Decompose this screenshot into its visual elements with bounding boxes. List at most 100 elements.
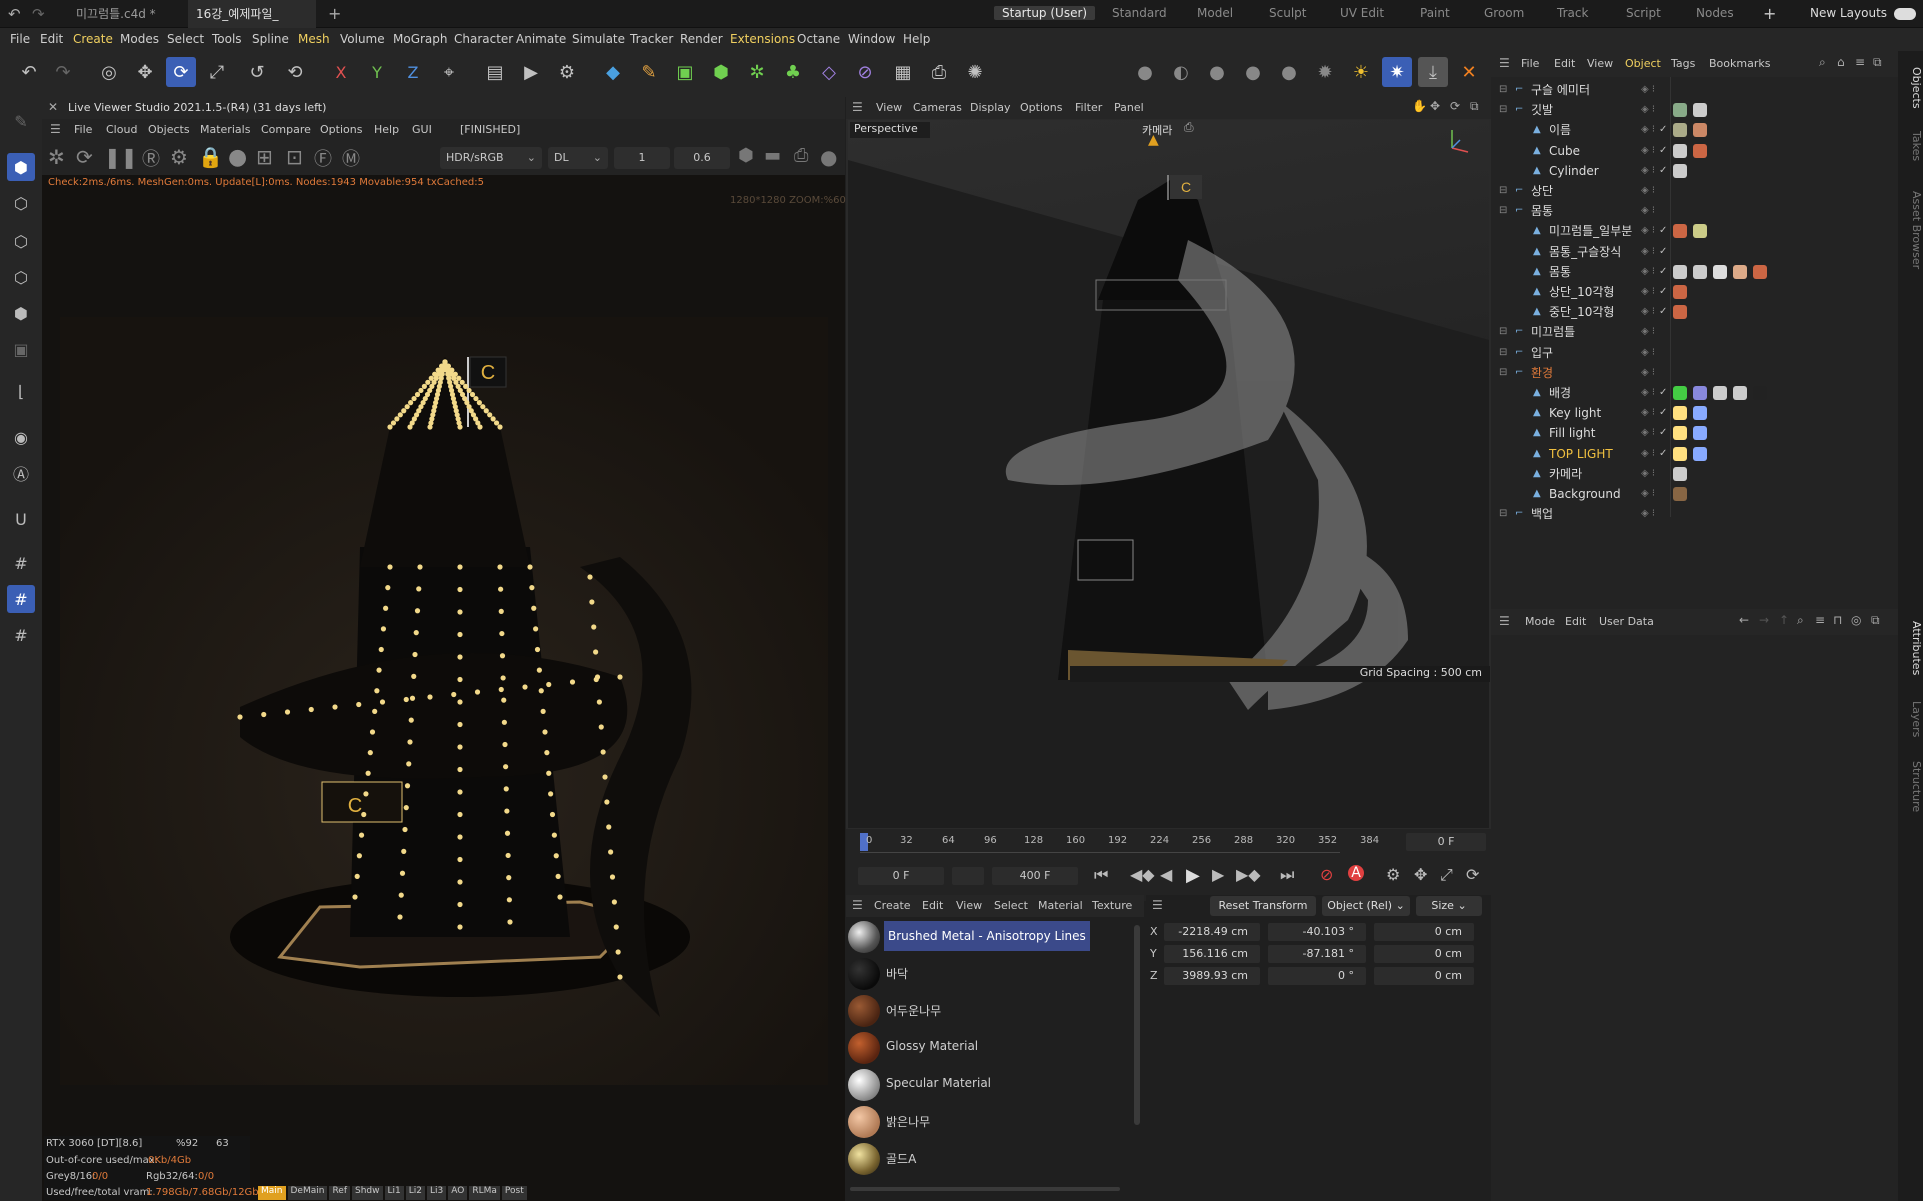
home-icon[interactable]: ⌂ bbox=[1837, 55, 1845, 69]
render-view-icon[interactable]: ▶ bbox=[516, 57, 546, 87]
menu-help[interactable]: Help bbox=[903, 32, 930, 46]
visibility-icon[interactable]: ◈ ⁝ bbox=[1641, 363, 1655, 383]
expand-icon[interactable]: ⊟ bbox=[1499, 100, 1507, 120]
viewport-3d[interactable]: Perspective 카메라 ⎙ ▲ C Grid Spacing : 500… bbox=[848, 120, 1490, 828]
focus-icon[interactable]: ⊡ bbox=[286, 145, 303, 169]
key-move-icon[interactable]: ✥ bbox=[1414, 865, 1427, 884]
tab-layers[interactable]: Layers bbox=[1898, 701, 1923, 737]
octane-material-icon[interactable]: ◐ bbox=[1166, 57, 1196, 87]
axis-icon[interactable]: ⌊ bbox=[7, 377, 35, 405]
object-tag-icon[interactable] bbox=[1673, 264, 1687, 279]
vp-menu-display[interactable]: Display bbox=[970, 101, 1011, 114]
maximize-icon[interactable]: ⧉ bbox=[1871, 613, 1880, 628]
object-row[interactable]: ▲ Cylinder ◈ ⁝ ✓ bbox=[1491, 161, 1898, 181]
key-rotate-icon[interactable]: ⟳ bbox=[1466, 865, 1479, 884]
search-icon[interactable]: ⌕ bbox=[1797, 613, 1804, 628]
tab-structure[interactable]: Structure bbox=[1898, 761, 1923, 812]
sphere-icon[interactable]: ● bbox=[228, 145, 247, 170]
vp-menu-filter[interactable]: Filter bbox=[1075, 101, 1102, 114]
hamburger-icon[interactable]: ☰ bbox=[1152, 898, 1163, 912]
obj-menu-view[interactable]: View bbox=[1587, 57, 1613, 70]
menu-file[interactable]: File bbox=[10, 32, 30, 46]
filter-icon[interactable]: ≡ bbox=[1815, 613, 1825, 627]
material-item[interactable]: 골드A bbox=[846, 1141, 1136, 1177]
tab-file-2[interactable]: 16강_예제파일_미...✕ bbox=[188, 0, 316, 49]
magnet-icon[interactable]: U bbox=[7, 505, 35, 533]
range-slider[interactable] bbox=[952, 867, 984, 885]
material-item[interactable]: 바닥 bbox=[846, 956, 1136, 992]
object-tag-icon[interactable] bbox=[1753, 386, 1767, 400]
visibility-icon[interactable]: ◈ ⁝ bbox=[1641, 161, 1655, 181]
menu-character[interactable]: Character bbox=[454, 32, 513, 46]
pass-tab[interactable]: Post bbox=[501, 1186, 527, 1200]
object-tag-icon[interactable] bbox=[1673, 426, 1687, 441]
send-scene-icon[interactable]: ✲ bbox=[48, 145, 65, 169]
current-frame-field[interactable]: 0 F bbox=[1406, 833, 1486, 851]
expand-icon[interactable]: ⊟ bbox=[1499, 181, 1507, 201]
menu-mesh[interactable]: Mesh bbox=[298, 32, 330, 46]
uv-mode-icon[interactable]: ▣ bbox=[7, 335, 35, 363]
pass-tab[interactable]: Ref bbox=[329, 1186, 351, 1200]
object-tag-icon[interactable] bbox=[1693, 406, 1707, 421]
pass-tab[interactable]: Li2 bbox=[405, 1186, 426, 1200]
recent-tool-icon[interactable]: ↺ bbox=[242, 57, 272, 87]
search-icon[interactable]: ⌕ bbox=[1819, 55, 1826, 70]
expand-icon[interactable]: ⊟ bbox=[1499, 504, 1507, 524]
mat-menu-edit[interactable]: Edit bbox=[922, 899, 943, 912]
menu-tracker[interactable]: Tracker bbox=[630, 32, 673, 46]
visibility-icon[interactable]: ◈ ⁝ bbox=[1641, 302, 1655, 322]
scale-stepper[interactable]: 0.6 bbox=[674, 147, 730, 169]
layout-standard[interactable]: Standard bbox=[1112, 6, 1167, 20]
octane-diffuse-icon[interactable]: ● bbox=[1274, 57, 1304, 87]
material-item[interactable]: Brushed Metal - Anisotropy Lines bbox=[846, 919, 1136, 955]
object-tag-icon[interactable] bbox=[1673, 163, 1687, 178]
object-tag-icon[interactable] bbox=[1693, 426, 1707, 441]
object-row[interactable]: ⊟ ⌐ 깃발 ◈ ⁝ bbox=[1491, 100, 1898, 120]
restart-icon[interactable]: ⟳ bbox=[76, 145, 93, 169]
enabled-check-icon[interactable]: ✓ bbox=[1659, 302, 1667, 322]
object-row[interactable]: ▲ 미끄럼틀_일부분 ◈ ⁝ ✓ bbox=[1491, 221, 1898, 241]
object-tag-icon[interactable] bbox=[1693, 446, 1707, 461]
hamburger-icon[interactable]: ☰ bbox=[1499, 56, 1510, 70]
object-row[interactable]: ▲ 배경 ◈ ⁝ ✓ bbox=[1491, 383, 1898, 403]
pen-icon[interactable]: ✎ bbox=[634, 57, 664, 87]
menu-animate[interactable]: Animate bbox=[516, 32, 566, 46]
snap-workplane-icon[interactable]: # bbox=[7, 585, 35, 613]
camera-icon[interactable]: ⎙ bbox=[924, 57, 954, 87]
visibility-icon[interactable]: ◈ ⁝ bbox=[1641, 242, 1655, 262]
rotation-y-field[interactable]: -87.181 ° bbox=[1268, 945, 1366, 963]
pause-icon[interactable]: ❚❚ bbox=[104, 145, 138, 169]
object-tag-icon[interactable] bbox=[1673, 487, 1687, 501]
menu-mograph[interactable]: MoGraph bbox=[393, 32, 448, 46]
expand-icon[interactable]: ⊟ bbox=[1499, 322, 1507, 342]
vp-menu-panel[interactable]: Panel bbox=[1114, 101, 1144, 114]
pass-tab[interactable]: Li1 bbox=[384, 1186, 404, 1200]
pass-tab[interactable]: RLMa bbox=[469, 1186, 500, 1200]
enabled-check-icon[interactable]: ✓ bbox=[1659, 282, 1667, 302]
kernel-select[interactable]: DL ⌄ bbox=[548, 147, 608, 169]
object-mode-icon[interactable]: ⬡ bbox=[7, 189, 35, 217]
object-tag-icon[interactable] bbox=[1673, 285, 1687, 299]
target-icon[interactable]: ◎ bbox=[1851, 613, 1861, 627]
tab-file-1[interactable]: 미끄럼틀.c4d * bbox=[68, 0, 164, 28]
polygons-mode-icon[interactable]: ⬢ bbox=[7, 299, 35, 327]
attr-menu-mode[interactable]: Mode bbox=[1525, 615, 1555, 628]
object-row[interactable]: ⊟ ⌐ 구슬 에미터 ◈ ⁝ bbox=[1491, 80, 1898, 100]
add-tab-button[interactable]: + bbox=[328, 4, 341, 23]
lv-menu-options[interactable]: Options bbox=[320, 123, 362, 136]
pan-icon[interactable]: ✋ bbox=[1412, 99, 1427, 113]
start-frame-field[interactable]: 0 F bbox=[858, 867, 944, 885]
object-tag-icon[interactable] bbox=[1693, 123, 1707, 138]
object-row[interactable]: ⊟ ⌐ 상단 ◈ ⁝ bbox=[1491, 181, 1898, 201]
visibility-icon[interactable]: ◈ ⁝ bbox=[1641, 282, 1655, 302]
octane-sun-icon[interactable]: ☀ bbox=[1346, 57, 1376, 87]
mat-menu-view[interactable]: View bbox=[956, 899, 982, 912]
cube-icon[interactable]: ◆ bbox=[598, 57, 628, 87]
lv-menu-cloud[interactable]: Cloud bbox=[106, 123, 137, 136]
material-item[interactable]: Glossy Material bbox=[846, 1030, 1136, 1066]
lv-menu-gui[interactable]: GUI bbox=[412, 123, 432, 136]
film-icon[interactable]: Ⓕ bbox=[314, 145, 332, 171]
pass-tab[interactable]: Li3 bbox=[427, 1186, 447, 1200]
octane-glossy-icon[interactable]: ● bbox=[1202, 57, 1232, 87]
octane-gear-icon[interactable]: ✹ bbox=[1310, 57, 1340, 87]
